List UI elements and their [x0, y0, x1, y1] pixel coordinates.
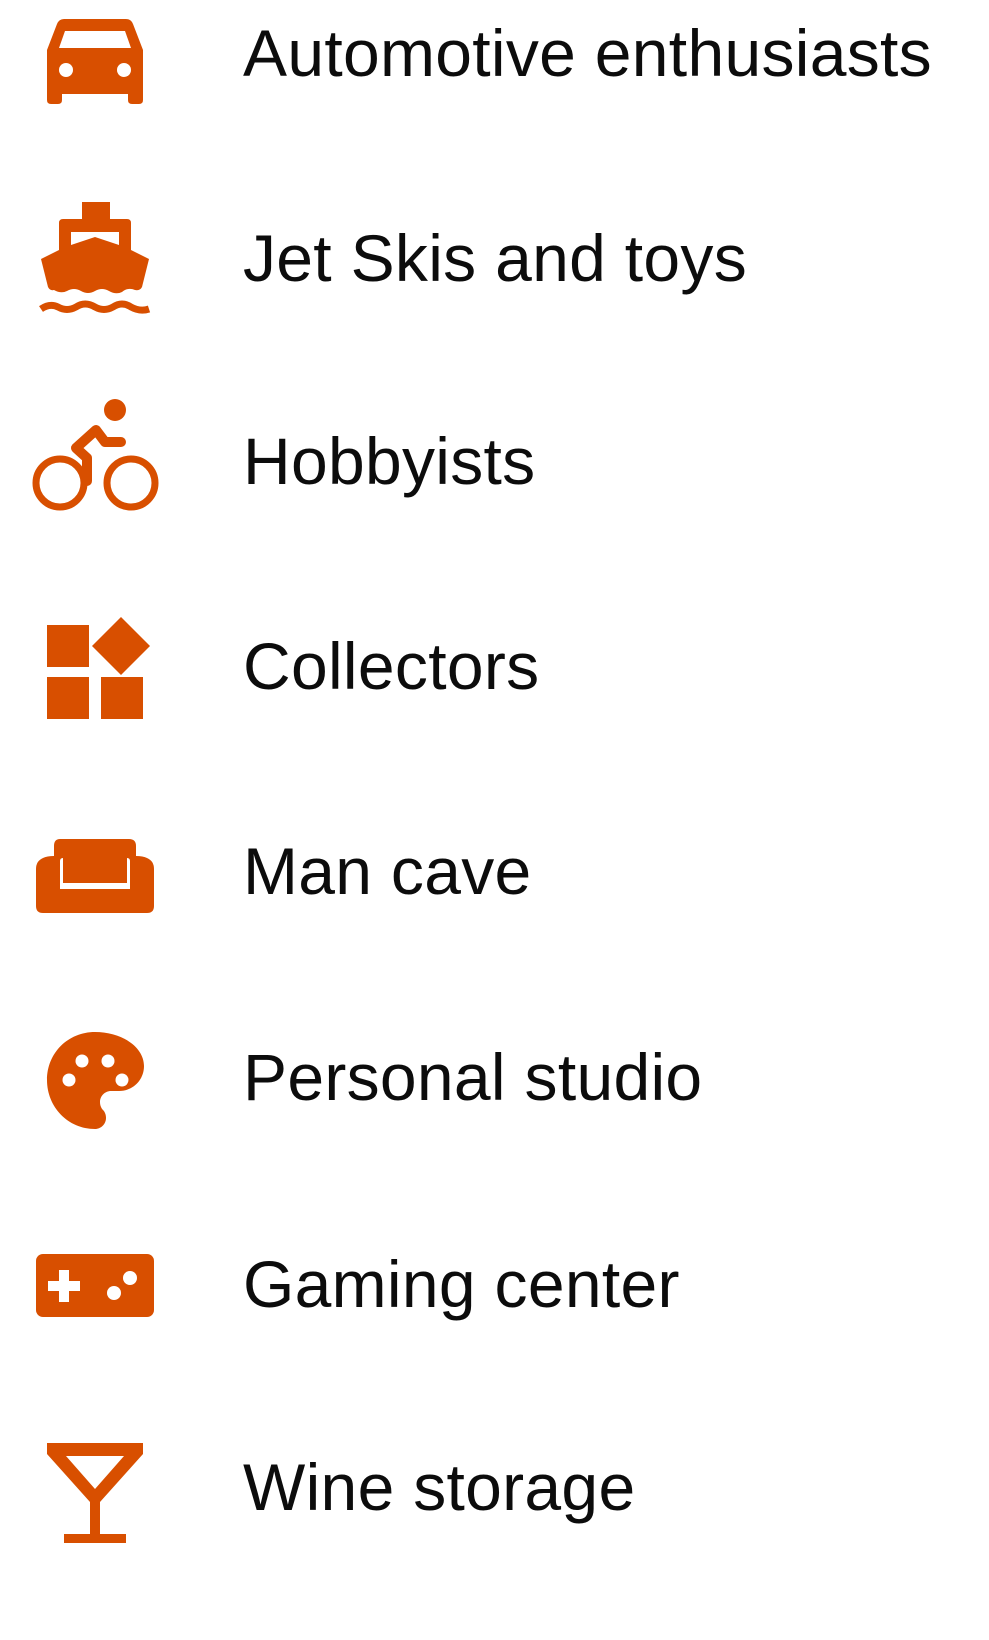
- couch-icon: [30, 811, 160, 941]
- list-item-collectors: Collectors: [0, 615, 989, 820]
- palette-icon: [30, 1016, 160, 1146]
- list-item-label: Man cave: [243, 834, 532, 908]
- list-item-label: Automotive enthusiasts: [243, 16, 932, 90]
- list-item-label: Jet Skis and toys: [243, 221, 747, 295]
- gamepad-icon: [30, 1221, 160, 1351]
- car-icon: [30, 0, 160, 122]
- storage-uses-list: Automotive enthusiasts Jet Skis and toys…: [0, 0, 989, 1543]
- list-item-label: Collectors: [243, 629, 540, 703]
- list-item-gaming-center: Gaming center: [0, 1230, 989, 1435]
- list-item-man-cave: Man cave: [0, 820, 989, 1025]
- list-item-hobbyists: Hobbyists: [0, 399, 989, 615]
- list-item-label: Hobbyists: [243, 424, 536, 498]
- cocktail-glass-icon: [30, 1426, 160, 1556]
- list-item-label: Gaming center: [243, 1247, 680, 1321]
- widgets-icon: [30, 602, 160, 732]
- boat-icon: [30, 195, 160, 325]
- list-item-label: Wine storage: [243, 1450, 636, 1524]
- list-item-automotive: Automotive enthusiasts: [0, 0, 989, 205]
- list-item-label: Personal studio: [243, 1040, 703, 1114]
- list-item-wine-storage: Wine storage: [0, 1435, 989, 1640]
- bicycle-icon: [30, 398, 160, 528]
- list-item-jet-skis: Jet Skis and toys: [0, 202, 989, 410]
- list-item-personal-studio: Personal studio: [0, 1025, 989, 1230]
